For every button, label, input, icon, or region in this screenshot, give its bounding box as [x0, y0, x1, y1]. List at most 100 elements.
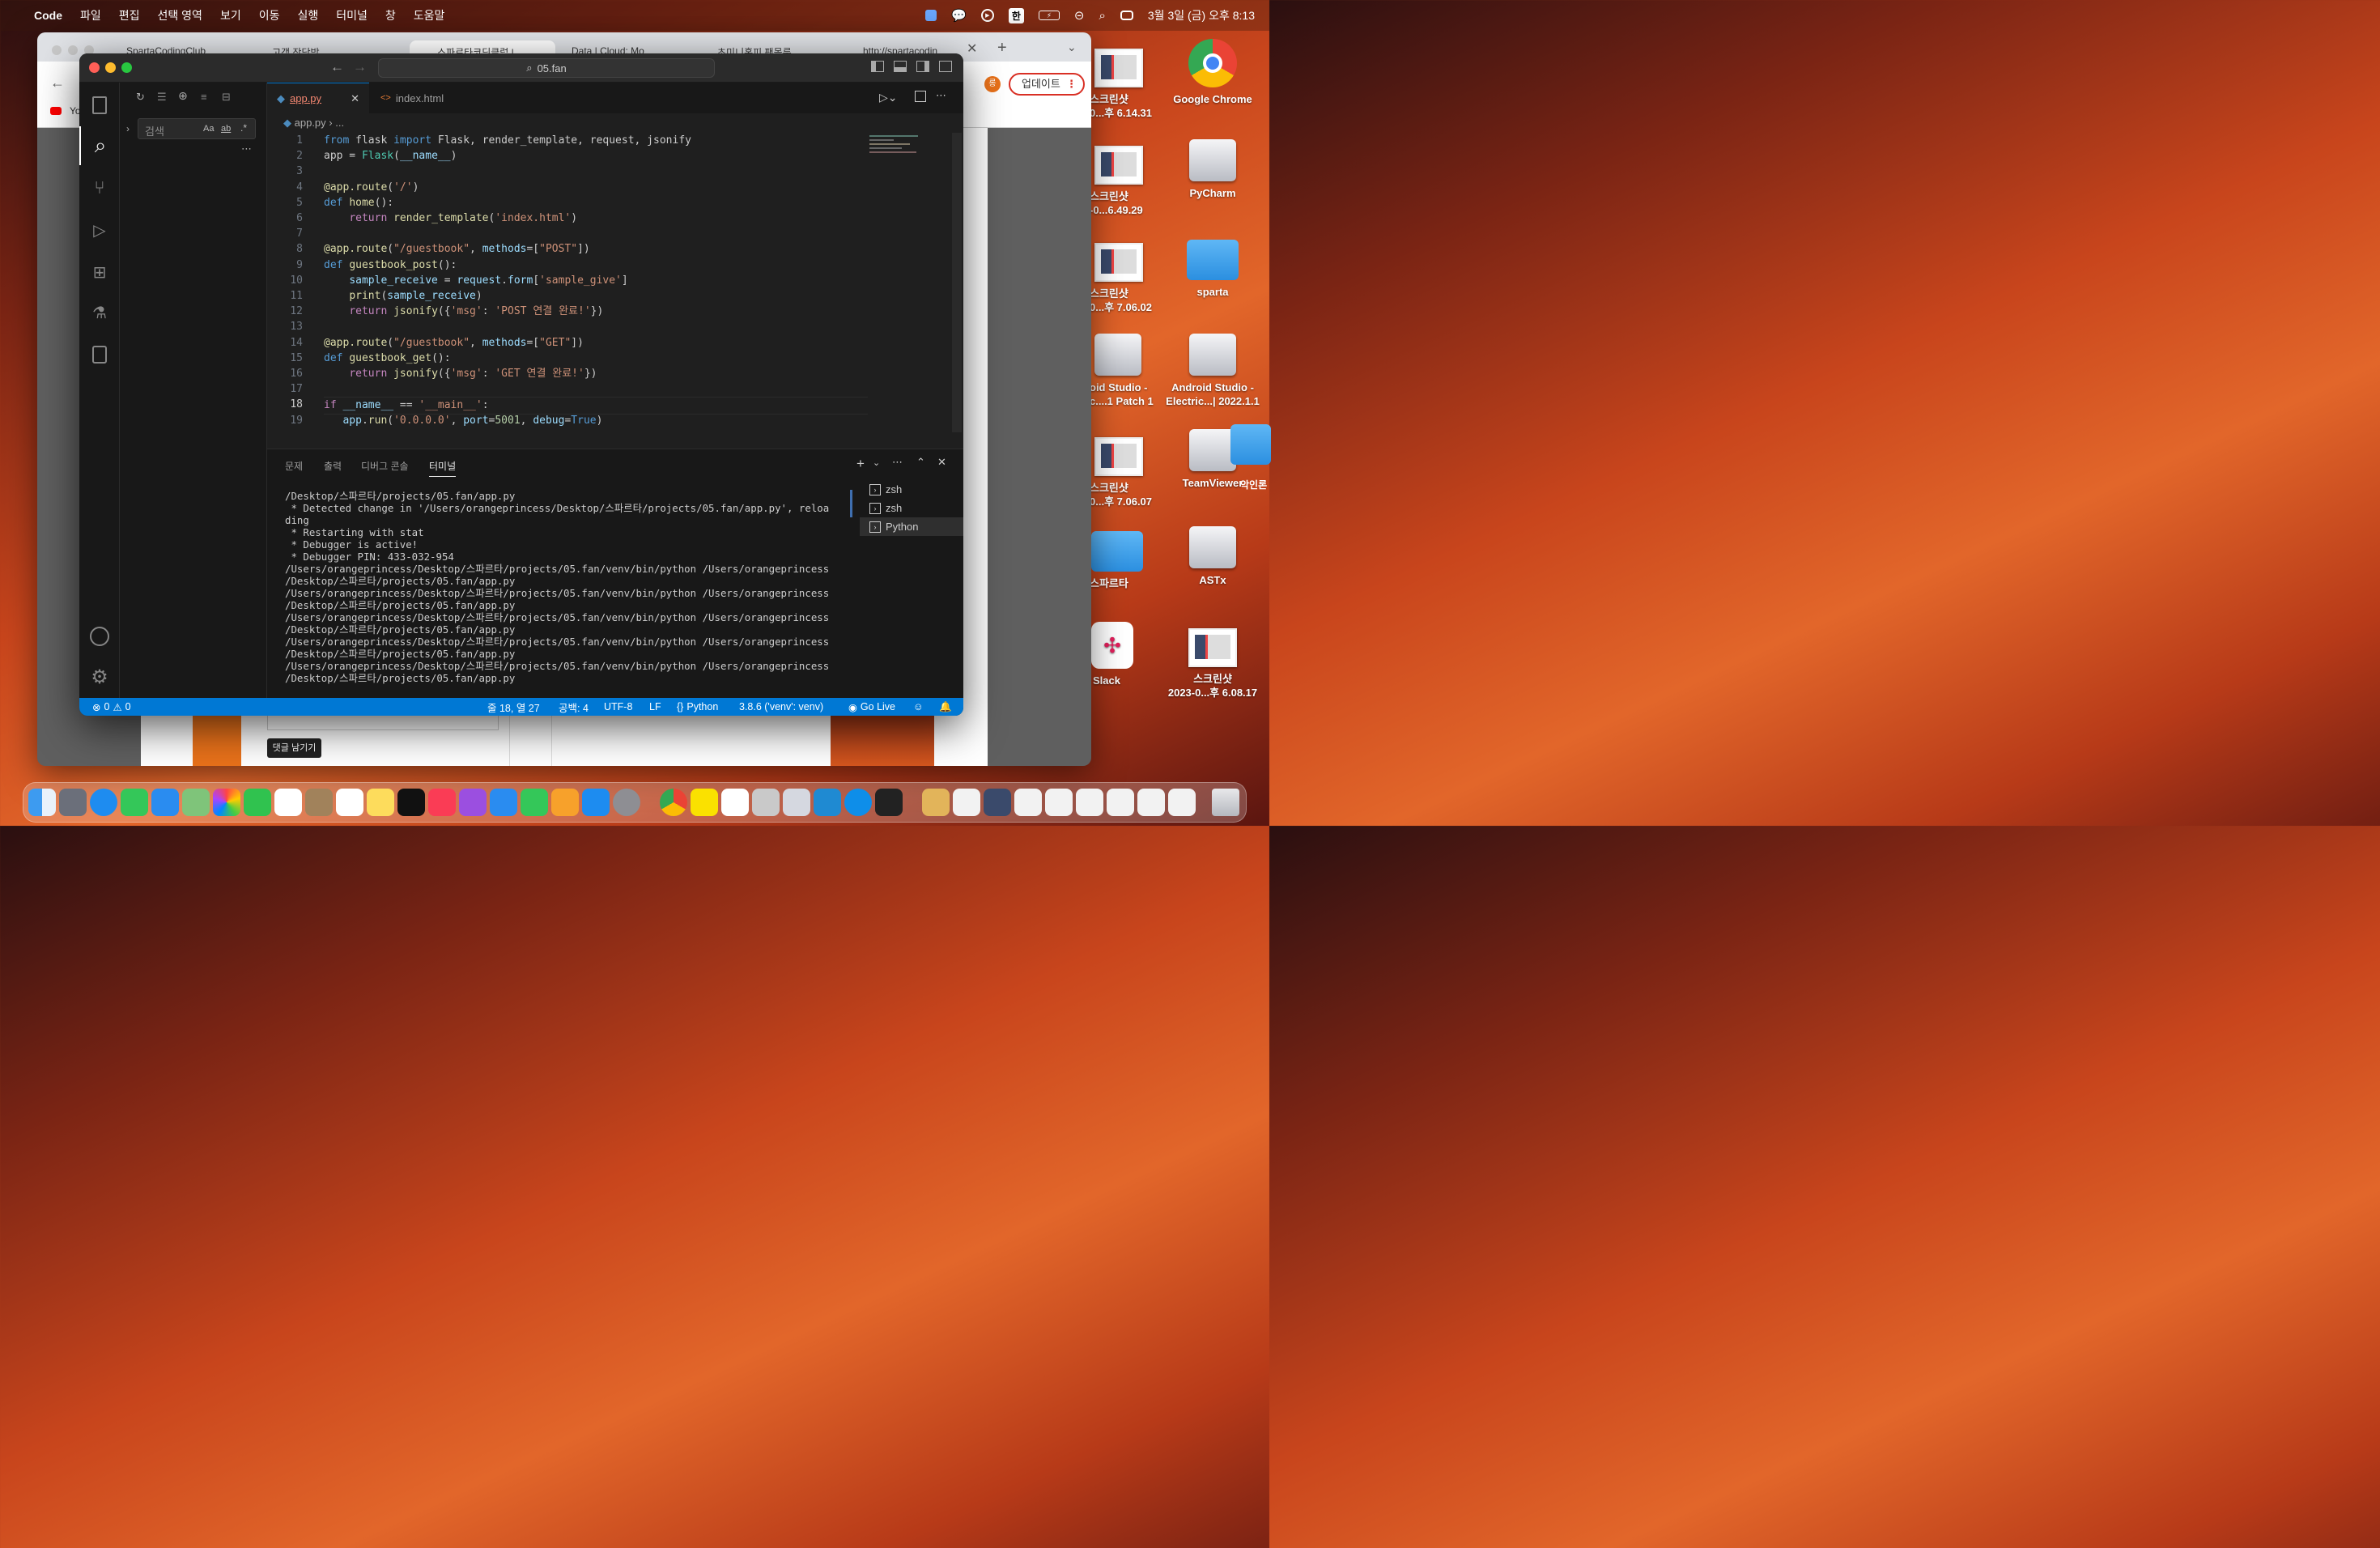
source-control-icon[interactable]: ⑂	[79, 168, 120, 207]
partial-folder-icon[interactable]	[1230, 424, 1271, 465]
account-icon[interactable]	[79, 617, 120, 656]
document-stack-icon[interactable]	[1168, 789, 1196, 816]
view-as-tree-icon[interactable]: ≡	[201, 91, 207, 103]
kakaotalk-icon[interactable]	[691, 789, 718, 816]
notifications-bell-icon[interactable]: 🔔	[939, 698, 952, 716]
toggle-panel-icon[interactable]	[894, 61, 907, 72]
run-debug-icon[interactable]: ▷	[79, 211, 120, 249]
document-stack-icon[interactable]	[1014, 789, 1042, 816]
chat-status-icon[interactable]: 💬	[951, 8, 967, 23]
more-actions-icon[interactable]: ⋯	[936, 89, 946, 102]
split-editor-icon[interactable]	[915, 91, 926, 102]
document-stack-icon[interactable]	[1137, 789, 1165, 816]
cursor-position[interactable]: 줄 18, 열 27	[487, 698, 540, 716]
launchpad-icon[interactable]	[59, 789, 87, 816]
mail-icon[interactable]	[151, 789, 179, 816]
refresh-icon[interactable]: ↻	[136, 91, 145, 104]
safari-icon[interactable]	[90, 789, 117, 816]
system-settings-icon[interactable]	[613, 789, 640, 816]
photos-icon[interactable]	[213, 789, 240, 816]
music-icon[interactable]	[428, 789, 456, 816]
testing-icon[interactable]: ⚗	[79, 293, 120, 332]
explorer-icon[interactable]	[79, 86, 120, 125]
terminal-scrollbar[interactable]	[850, 490, 852, 517]
close-window-button[interactable]	[89, 62, 100, 73]
maximize-window-button[interactable]	[121, 62, 132, 73]
tab-index-html[interactable]: <> index.html	[371, 83, 476, 113]
eol-status[interactable]: LF	[649, 698, 661, 716]
desktop-icon-screenshot[interactable]: 스크린샷 2023-0...후 6.08.17	[1164, 628, 1261, 700]
nav-forward-icon[interactable]: →	[353, 59, 367, 75]
chevron-down-icon[interactable]: ⌄	[1067, 40, 1077, 54]
problems-status[interactable]: ⊗ 0 ⚠ 0	[92, 698, 131, 716]
menu-terminal[interactable]: 터미널	[336, 7, 368, 23]
battery-icon[interactable]: ⚡	[1038, 11, 1060, 20]
contacts-icon[interactable]	[305, 789, 333, 816]
menu-go[interactable]: 이동	[259, 7, 280, 23]
extensions-icon[interactable]: ⊞	[79, 253, 120, 291]
regex-toggle[interactable]: .*	[240, 122, 247, 134]
desktop-icon-pycharm[interactable]: PyCharm	[1164, 139, 1261, 200]
pages-icon[interactable]	[551, 789, 579, 816]
menu-run[interactable]: 실행	[297, 7, 318, 23]
close-icon[interactable]: ✕	[967, 40, 977, 57]
document-stack-icon[interactable]	[1045, 789, 1073, 816]
menu-help[interactable]: 도움말	[414, 7, 445, 23]
youtube-icon[interactable]	[50, 107, 62, 115]
close-panel-icon[interactable]: ✕	[937, 456, 946, 469]
menu-window[interactable]: 창	[385, 7, 396, 23]
spotlight-search-icon[interactable]: ⌕	[1099, 9, 1105, 23]
facetime-icon[interactable]	[244, 789, 271, 816]
match-word-toggle[interactable]: ab	[221, 124, 231, 134]
pen-tool-icon[interactable]	[752, 789, 780, 816]
language-mode[interactable]: {} Python	[677, 698, 718, 716]
document-stack-icon[interactable]	[1107, 789, 1134, 816]
tab-problems[interactable]: 문제	[285, 459, 303, 473]
terminal-item-python[interactable]: › Python	[860, 517, 963, 536]
editor-scrollbar[interactable]	[952, 133, 962, 432]
menu-file[interactable]: 파일	[80, 7, 101, 23]
gear-icon[interactable]: ⚙	[79, 657, 120, 696]
terminal-item-zsh[interactable]: › zsh	[860, 499, 963, 517]
input-method-indicator[interactable]: 한	[1008, 7, 1024, 23]
vscode-icon[interactable]	[814, 789, 841, 816]
update-button[interactable]: 업데이트 ⋮	[1009, 73, 1085, 96]
maps-icon[interactable]	[182, 789, 210, 816]
numbers-icon[interactable]	[521, 789, 548, 816]
collapse-all-icon[interactable]: ⊟	[222, 91, 231, 104]
new-terminal-icon[interactable]: +	[856, 456, 865, 472]
go-live-button[interactable]: ◉ Go Live	[848, 698, 895, 716]
clock[interactable]: 3월 3일 (금) 오후 8:13	[1148, 7, 1255, 23]
close-icon[interactable]: ✕	[351, 92, 359, 105]
notes-icon[interactable]	[367, 789, 394, 816]
messages-icon[interactable]	[121, 789, 148, 816]
tab-app-py[interactable]: ◆ app.py ✕	[267, 83, 369, 113]
terminal-icon[interactable]	[875, 789, 903, 816]
tab-terminal[interactable]: 터미널	[429, 459, 457, 477]
run-python-file-icon[interactable]: ▷⌄	[879, 91, 898, 104]
apple-tv-icon[interactable]	[397, 789, 425, 816]
downloads-stack-icon[interactable]	[922, 789, 950, 816]
avatar[interactable]: 롱	[984, 76, 1001, 92]
tab-debug-console[interactable]: 디버그 콘솔	[361, 459, 409, 473]
menu-selection[interactable]: 선택 영역	[158, 7, 202, 23]
toggle-secondary-sidebar-icon[interactable]	[916, 61, 929, 72]
search-icon[interactable]: ⌕	[79, 126, 120, 165]
match-case-toggle[interactable]: Aa	[203, 124, 214, 134]
keynote-icon[interactable]	[490, 789, 517, 816]
chrome-icon[interactable]	[660, 789, 687, 816]
desktop-icon-astx[interactable]: ASTx	[1164, 526, 1261, 587]
app-store-icon[interactable]	[582, 789, 610, 816]
indentation-status[interactable]: 공백: 4	[559, 698, 589, 716]
chevron-down-icon[interactable]: ⌄	[873, 457, 880, 468]
new-tab-icon[interactable]: +	[997, 39, 1007, 57]
feedback-icon[interactable]: ☺	[913, 698, 924, 716]
python-interpreter[interactable]: 3.8.6 ('venv': venv)	[739, 698, 823, 716]
desktop-icon-android-studio[interactable]: Android Studio - Electric...| 2022.1.1	[1164, 334, 1261, 408]
command-center-search[interactable]: ⌕ 05.fan	[378, 58, 715, 78]
menu-edit[interactable]: 편집	[119, 7, 140, 23]
nav-back-icon[interactable]: ←	[330, 59, 344, 75]
control-center-icon[interactable]	[1120, 11, 1133, 20]
finder-icon[interactable]	[28, 789, 56, 816]
encoding-status[interactable]: UTF-8	[604, 698, 632, 716]
